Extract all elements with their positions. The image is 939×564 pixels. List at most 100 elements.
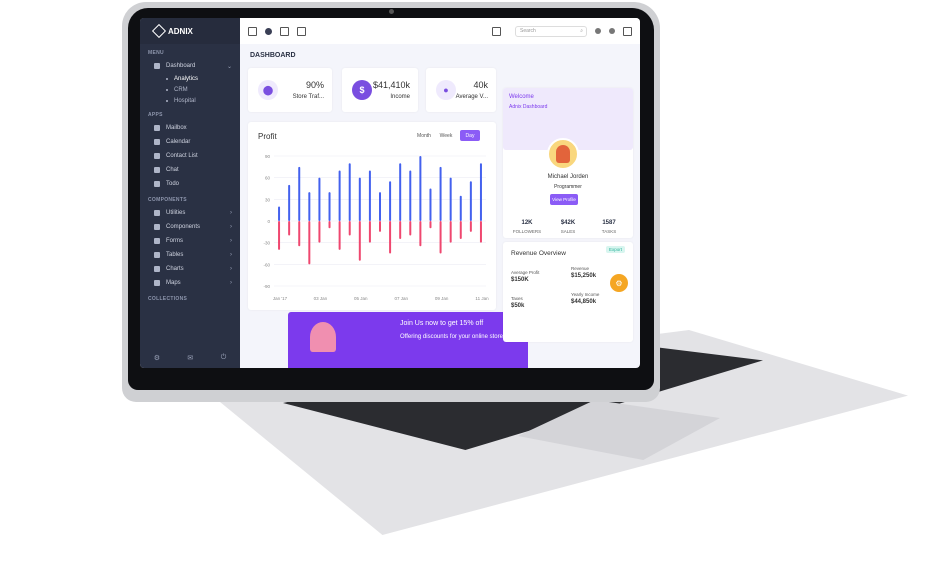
form-icon <box>154 238 160 244</box>
export-button[interactable]: Export <box>605 246 625 253</box>
bar-mark <box>439 166 442 221</box>
topbar: Search ⌕ <box>240 18 640 44</box>
bar-mark <box>298 221 301 247</box>
bar-mark <box>328 192 331 221</box>
fullscreen-icon[interactable] <box>492 26 501 36</box>
bar-mark <box>379 192 381 221</box>
sidebar-item-components[interactable]: Components › <box>140 220 240 234</box>
bar-mark <box>389 181 392 221</box>
sidebar-item-utilities[interactable]: Utilities › <box>140 206 240 220</box>
search-input[interactable]: Search ⌕ <box>515 25 587 37</box>
bar-mark <box>379 221 381 232</box>
tab-month[interactable]: Month <box>414 130 434 141</box>
stat-value: 40k <box>473 80 488 90</box>
language-flag-icon[interactable] <box>265 27 272 35</box>
revenue-item: Yearly Income $44,850k <box>571 292 599 305</box>
sidebar-item-todo[interactable]: Todo <box>140 177 240 191</box>
bar-mark <box>288 184 291 221</box>
profile-card: Welcome Adnix Dashboard Michael Jorden P… <box>503 88 633 238</box>
sidebar-item-contact-list[interactable]: Contact List <box>140 149 240 163</box>
bar-mark <box>469 221 472 232</box>
revenue-value: $150K <box>511 277 529 283</box>
y-tick-label: -90 <box>263 284 270 289</box>
clipboard-icon[interactable] <box>297 26 306 36</box>
welcome-subtitle: Adnix Dashboard <box>509 104 548 110</box>
revenue-card: Revenue Overview Export Average Profit $1… <box>503 242 633 342</box>
bullet-icon <box>166 99 168 102</box>
sidebar-item-calendar[interactable]: Calendar <box>140 135 240 149</box>
stat-card-income: $ $41,410k Income <box>342 68 418 112</box>
bar-mark <box>399 221 402 240</box>
bar-mark <box>459 195 462 221</box>
gear-icon[interactable]: ⚙ <box>154 354 160 362</box>
sidebar-item-label: Tables <box>166 252 184 258</box>
sidebar-item-label: Maps <box>166 280 181 286</box>
sidebar-item-chat[interactable]: Chat <box>140 163 240 177</box>
contact-icon <box>154 153 160 159</box>
stat-value: $41,410k <box>372 80 410 90</box>
search-placeholder: Search <box>520 28 536 34</box>
bar-mark <box>429 188 432 221</box>
sidebar-item-crm[interactable]: CRM <box>140 84 240 95</box>
user-icon[interactable] <box>609 28 615 34</box>
sidebar-item-forms[interactable]: Forms › <box>140 234 240 248</box>
sidebar-item-dashboard[interactable]: Dashboard ⌄ <box>140 59 240 73</box>
dashboard-icon <box>154 63 160 69</box>
sidebar-item-hospital[interactable]: Hospital <box>140 95 240 106</box>
menu-toggle-icon[interactable] <box>248 26 257 36</box>
y-tick-label: -60 <box>263 262 270 267</box>
profile-name: Michael Jorden <box>547 174 589 180</box>
chevron-right-icon: › <box>230 238 232 244</box>
bar-mark <box>368 170 371 221</box>
promo-banner[interactable]: Join Us now to get 15% off Offering disc… <box>288 312 528 368</box>
profit-chart: 90 60 30 0 -30 -60 -90 Jan '17 03 Jan 05 Jan 07 Ja… <box>263 154 489 301</box>
sidebar-item-mailbox[interactable]: Mailbox <box>140 121 240 135</box>
bar-mark <box>288 221 291 236</box>
x-tick-label: 07 Jan <box>394 296 408 301</box>
apps-icon[interactable] <box>280 26 289 36</box>
settings-icon[interactable] <box>623 26 632 36</box>
kpi-value: $42K <box>560 220 576 226</box>
bar-mark <box>338 221 341 250</box>
chart-icon <box>154 266 160 272</box>
bar-mark <box>389 221 392 254</box>
settings-fab-button[interactable]: ⚙ <box>610 274 628 292</box>
brand[interactable]: ADNIX <box>140 18 240 44</box>
sidebar-item-label: Dashboard <box>166 63 196 69</box>
profit-title: Profit <box>258 132 277 141</box>
revenue-value: $50k <box>511 303 525 309</box>
bar-mark <box>409 170 412 221</box>
bar-mark <box>318 177 321 221</box>
section-apps: APPS <box>148 112 163 118</box>
tab-week[interactable]: Week <box>436 130 456 141</box>
profit-card: Profit Month Week Day 90 60 30 0 -30 -60 -90 Ja… <box>248 122 496 310</box>
user-icon: ● <box>436 80 456 100</box>
x-tick-label: 11 Jan <box>475 296 489 301</box>
stat-card-average: ● 40k Average V... <box>426 68 496 112</box>
bar-mark <box>469 181 472 221</box>
sidebar-item-maps[interactable]: Maps › <box>140 276 240 290</box>
stat-label: Income <box>390 94 410 100</box>
bar-mark <box>439 221 442 254</box>
sidebar-item-tables[interactable]: Tables › <box>140 248 240 262</box>
kpi-label: TASKS <box>601 229 617 234</box>
revenue-value: $15,250k <box>571 273 597 279</box>
revenue-label: Revenue <box>571 266 590 271</box>
kpi-followers: 12K FOLLOWERS <box>507 220 547 234</box>
bar-mark <box>298 166 301 221</box>
bar-mark <box>449 177 452 221</box>
view-profile-button[interactable]: View Profile <box>550 194 578 205</box>
mail-icon[interactable]: ✉ <box>187 354 193 362</box>
sidebar-item-label: Utilities <box>166 210 186 216</box>
notification-icon[interactable] <box>595 28 601 34</box>
sidebar-item-charts[interactable]: Charts › <box>140 262 240 276</box>
chevron-right-icon: › <box>230 266 232 272</box>
welcome-title: Welcome <box>509 94 534 100</box>
bar-mark <box>358 221 361 261</box>
sidebar-item-analytics[interactable]: Analytics <box>140 73 240 84</box>
chat-icon <box>154 167 160 173</box>
power-icon[interactable]: ⏻ <box>221 354 227 362</box>
tab-day[interactable]: Day <box>460 130 480 141</box>
bar-mark <box>358 177 361 221</box>
revenue-item: Taxes $50k <box>511 296 524 309</box>
